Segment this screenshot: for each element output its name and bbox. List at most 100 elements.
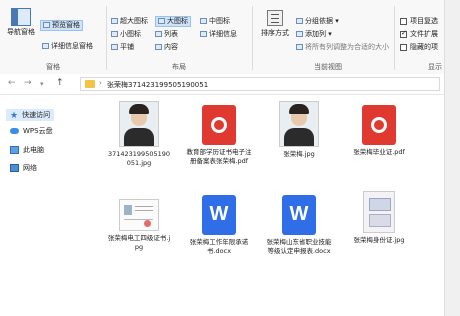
- file-list: 371423199505190051.jpg 教育部学历证书电子注册备案表张荣梅…: [92, 95, 444, 316]
- item-checkboxes-toggle[interactable]: 项目复选: [400, 17, 438, 26]
- forward-arrow-icon[interactable]: →: [24, 78, 32, 88]
- file-item[interactable]: W 张荣梅工作年限承诺书.docx: [186, 195, 252, 255]
- sidebar-item-label: WPS云盘: [23, 127, 53, 135]
- address-bar-row: ← → ▾ ↑ › 张荣梅371423199505190051: [0, 74, 444, 95]
- checkbox-checked: [400, 29, 407, 38]
- checkbox: [400, 17, 407, 25]
- computer-icon: [10, 146, 19, 154]
- breadcrumb-separator-icon: ›: [99, 79, 102, 87]
- size-columns-icon: [296, 44, 303, 50]
- add-column-icon: [296, 31, 303, 37]
- sidebar-item-label: 网络: [23, 164, 37, 172]
- layout-label: 中图标: [209, 17, 230, 25]
- group-label-layout: 布局: [172, 63, 186, 71]
- sort-by-button[interactable]: 排序方式: [258, 10, 292, 38]
- preview-pane-icon: [43, 22, 50, 28]
- layout-details[interactable]: 详细信息: [200, 30, 237, 39]
- preview-pane-button[interactable]: 预览窗格: [40, 20, 83, 31]
- recent-dropdown-icon[interactable]: ▾: [40, 80, 44, 88]
- checkbox: [400, 43, 407, 51]
- file-name: 张荣梅身份证.jpg: [353, 236, 405, 244]
- details-icon: [200, 31, 207, 37]
- layout-label: 列表: [164, 30, 178, 38]
- group-by-button[interactable]: 分组依据 ▾: [296, 17, 339, 26]
- dropdown-arrow-icon: ▾: [328, 30, 332, 38]
- word-letter-icon: W: [209, 203, 229, 225]
- sidebar-item-network[interactable]: 网络: [10, 163, 37, 173]
- layout-small-icons[interactable]: 小图标: [111, 30, 141, 39]
- details-pane-button[interactable]: 详细信息窗格: [42, 42, 93, 51]
- file-name: 张荣梅电工四级证书.jpg: [107, 234, 171, 251]
- ribbon-divider: [252, 6, 253, 70]
- sidebar-item-label: 此电脑: [23, 146, 44, 154]
- photo-thumbnail: [119, 101, 159, 147]
- add-column-label: 添加列: [305, 30, 326, 38]
- sidebar-item-this-pc[interactable]: 此电脑: [10, 145, 44, 155]
- size-columns-button[interactable]: 将所有列调整为合适的大小: [296, 43, 389, 52]
- layout-label: 平铺: [120, 43, 134, 51]
- breadcrumb-folder[interactable]: 张荣梅371423199505190051: [107, 80, 208, 90]
- group-label-show: 显示: [428, 63, 442, 71]
- navigation-pane: ★ 快速访问 WPS云盘 此电脑 网络: [0, 95, 92, 316]
- layout-medium-icons[interactable]: 中图标: [200, 17, 230, 26]
- layout-content[interactable]: 内容: [155, 43, 178, 52]
- layout-label: 超大图标: [120, 17, 148, 25]
- address-field[interactable]: › 张荣梅371423199505190051: [80, 77, 440, 91]
- file-name: 张荣梅山东省职业技能等级认定申报表.docx: [266, 238, 332, 255]
- file-name: 张荣梅毕业证.pdf: [353, 148, 405, 156]
- item-checkboxes-label: 项目复选: [410, 17, 438, 25]
- sidebar-item-wps-cloud[interactable]: WPS云盘: [10, 126, 53, 136]
- hidden-items-toggle[interactable]: 隐藏的项: [400, 43, 438, 52]
- photo-thumbnail: [279, 101, 319, 147]
- file-item[interactable]: 张荣梅毕业证.pdf: [346, 105, 412, 157]
- window-edge-scrollbar[interactable]: [444, 0, 460, 316]
- file-item[interactable]: 张荣梅身份证.jpg: [346, 191, 412, 245]
- word-letter-icon: W: [289, 203, 309, 225]
- file-name: 371423199505190051.jpg: [107, 150, 171, 167]
- layout-tiles[interactable]: 平铺: [111, 43, 134, 52]
- layout-extra-large-icons[interactable]: 超大图标: [111, 17, 148, 26]
- folder-icon: [85, 80, 95, 88]
- network-icon: [10, 164, 19, 172]
- file-name: 张荣梅.jpg: [283, 150, 315, 158]
- file-item[interactable]: 教育部学历证书电子注册备案表张荣梅.pdf: [186, 105, 252, 165]
- pdf-file-icon: [362, 105, 396, 145]
- navigation-pane-icon: [11, 8, 31, 26]
- large-icons-icon: [158, 18, 165, 24]
- sidebar-item-label: 快速访问: [22, 111, 51, 119]
- layout-large-icons[interactable]: 大图标: [155, 16, 191, 27]
- navigation-pane-label: 导航窗格: [7, 28, 35, 36]
- pdf-file-icon: [202, 105, 236, 145]
- layout-label: 详细信息: [209, 30, 237, 38]
- docx-file-icon: W: [282, 195, 316, 235]
- small-icons-icon: [111, 31, 118, 37]
- file-item[interactable]: 371423199505190051.jpg: [106, 101, 172, 167]
- layout-list[interactable]: 列表: [155, 30, 178, 39]
- docx-file-icon: W: [202, 195, 236, 235]
- navigation-pane-button[interactable]: 导航窗格: [6, 8, 36, 37]
- file-item[interactable]: W 张荣梅山东省职业技能等级认定申报表.docx: [266, 195, 332, 255]
- details-pane-icon: [42, 43, 49, 49]
- layout-label: 内容: [164, 43, 178, 51]
- preview-pane-label: 预览窗格: [52, 21, 80, 29]
- file-extensions-toggle[interactable]: 文件扩展: [400, 29, 438, 39]
- tiles-icon: [111, 44, 118, 50]
- file-item[interactable]: 张荣梅.jpg: [266, 101, 332, 159]
- file-item[interactable]: 张荣梅电工四级证书.jpg: [106, 199, 172, 251]
- details-pane-label: 详细信息窗格: [51, 42, 93, 50]
- sort-by-label: 排序方式: [261, 29, 289, 37]
- sidebar-item-quick-access[interactable]: ★ 快速访问: [6, 109, 55, 121]
- layout-label: 大图标: [167, 17, 188, 25]
- content-icon: [155, 44, 162, 50]
- certificate-thumbnail: [119, 199, 159, 231]
- group-label-current-view: 当前视图: [314, 63, 342, 71]
- back-arrow-icon[interactable]: ←: [8, 78, 16, 88]
- up-arrow-icon[interactable]: ↑: [56, 78, 64, 88]
- add-column-button[interactable]: 添加列 ▾: [296, 30, 332, 39]
- group-by-icon: [296, 18, 303, 24]
- file-name: 张荣梅工作年限承诺书.docx: [189, 238, 249, 255]
- layout-label: 小图标: [120, 30, 141, 38]
- group-by-label: 分组依据: [305, 17, 333, 25]
- ribbon: 导航窗格 预览窗格 详细信息窗格 窗格 超大图标 大图标 中图标 小图标 列表 …: [0, 0, 444, 75]
- file-extensions-label: 文件扩展: [410, 30, 438, 38]
